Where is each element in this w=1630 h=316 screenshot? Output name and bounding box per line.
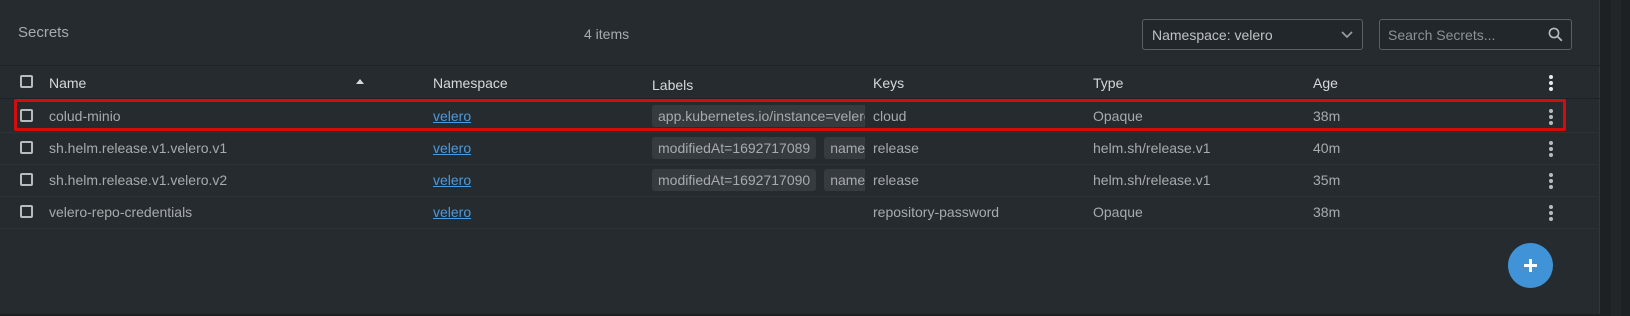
labels-cell: app.kubernetes.io/instance=velero: [652, 105, 865, 127]
more-vertical-icon[interactable]: [1549, 141, 1553, 157]
secret-name[interactable]: sh.helm.release.v1.velero.v1: [49, 140, 227, 156]
labels-cell: modifiedAt=1692717090 name=velero: [652, 169, 865, 191]
table-row[interactable]: velero-repo-credentials velero repository-…: [0, 196, 1600, 229]
column-header-age[interactable]: Age: [1313, 75, 1338, 91]
more-vertical-icon[interactable]: [1549, 173, 1553, 189]
secret-age: 35m: [1313, 172, 1341, 188]
secret-age: 40m: [1313, 140, 1341, 156]
column-header-keys[interactable]: Keys: [873, 75, 904, 91]
secret-type: Opaque: [1093, 204, 1143, 220]
scrollbar[interactable]: [1601, 0, 1630, 316]
column-header-type[interactable]: Type: [1093, 75, 1123, 91]
table-row[interactable]: sh.helm.release.v1.velero.v2 velero modifi…: [0, 164, 1600, 197]
row-checkbox[interactable]: [20, 205, 33, 218]
secret-keys: repository-password: [873, 204, 1000, 220]
secret-type: helm.sh/release.v1: [1093, 140, 1211, 156]
secret-keys: cloud: [873, 108, 907, 124]
table-row[interactable]: colud-minio velero app.kubernetes.io/insta…: [0, 100, 1600, 133]
label-chip: name=velero: [824, 137, 865, 159]
row-checkbox[interactable]: [20, 109, 33, 122]
label-chip: modifiedAt=1692717089: [652, 137, 817, 159]
table-header: Name Namespace Labels Keys Type Age: [0, 67, 1600, 99]
namespace-link[interactable]: velero: [433, 204, 471, 220]
page-title: Secrets: [18, 24, 69, 41]
namespace-link[interactable]: velero: [433, 108, 471, 124]
secret-name[interactable]: colud-minio: [49, 108, 121, 124]
secret-keys: release: [873, 140, 919, 156]
secret-type: helm.sh/release.v1: [1093, 172, 1211, 188]
chevron-down-icon: [1341, 31, 1353, 39]
scrollbar-thumb[interactable]: [1611, 0, 1621, 316]
column-header-labels[interactable]: Labels: [652, 77, 693, 93]
secret-name[interactable]: sh.helm.release.v1.velero.v2: [49, 172, 227, 188]
labels-cell: modifiedAt=1692717089 name=velero: [652, 137, 865, 159]
search-input[interactable]: [1388, 26, 1538, 44]
secret-keys: release: [873, 172, 919, 188]
secret-type: Opaque: [1093, 108, 1143, 124]
secret-age: 38m: [1313, 108, 1341, 124]
column-header-name[interactable]: Name: [49, 75, 86, 91]
panel-header: Secrets 4 items Namespace: velero: [0, 0, 1600, 66]
row-checkbox[interactable]: [20, 173, 33, 186]
select-all-checkbox[interactable]: [20, 75, 33, 88]
add-secret-button[interactable]: [1508, 243, 1553, 288]
secret-name[interactable]: velero-repo-credentials: [49, 204, 192, 220]
labels-cell: [652, 201, 865, 223]
search-icon[interactable]: [1548, 27, 1563, 42]
search-box[interactable]: [1379, 19, 1572, 50]
label-chip: modifiedAt=1692717090: [652, 169, 817, 191]
sort-ascending-icon[interactable]: [356, 79, 364, 84]
secrets-panel: Secrets 4 items Namespace: velero Name N…: [0, 0, 1600, 314]
namespace-link[interactable]: velero: [433, 140, 471, 156]
label-chip: app.kubernetes.io/instance=velero: [652, 105, 865, 127]
more-vertical-icon[interactable]: [1549, 109, 1553, 125]
secret-age: 38m: [1313, 204, 1341, 220]
row-checkbox[interactable]: [20, 141, 33, 154]
namespace-select[interactable]: Namespace: velero: [1142, 19, 1363, 50]
table-row[interactable]: sh.helm.release.v1.velero.v1 velero modifi…: [0, 132, 1600, 165]
columns-menu-icon[interactable]: [1549, 75, 1553, 91]
namespace-link[interactable]: velero: [433, 172, 471, 188]
column-header-namespace[interactable]: Namespace: [433, 75, 508, 91]
items-count: 4 items: [584, 26, 630, 42]
namespace-select-value: Namespace: velero: [1152, 27, 1273, 43]
more-vertical-icon[interactable]: [1549, 205, 1553, 221]
label-chip: name=velero: [824, 169, 865, 191]
